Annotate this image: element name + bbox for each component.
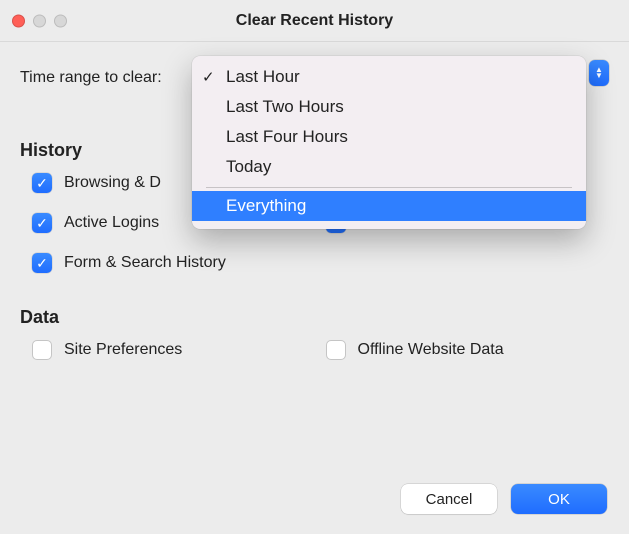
dialog-content: Time range to clear: ▲ ▼ ✓ Last Hour Las…: [0, 42, 629, 360]
dropdown-item-label: Last Hour: [226, 67, 300, 87]
time-range-dropdown[interactable]: ✓ Last Hour Last Two Hours Last Four Hou…: [192, 56, 586, 229]
checkbox-label: Form & Search History: [64, 254, 226, 272]
dialog-buttons: Cancel OK: [401, 484, 607, 514]
checkbox-row-site-preferences: Site Preferences: [32, 340, 316, 360]
data-section-title: Data: [20, 307, 609, 328]
check-icon: ✓: [36, 215, 48, 232]
dropdown-item-label: Today: [226, 157, 271, 177]
cancel-button[interactable]: Cancel: [401, 484, 497, 514]
zoom-window-button: [54, 14, 67, 27]
time-range-label: Time range to clear:: [20, 69, 162, 87]
dropdown-item-last-hour[interactable]: ✓ Last Hour: [192, 62, 586, 92]
time-range-select-stepper[interactable]: ▲ ▼: [589, 60, 609, 86]
traffic-lights: [12, 14, 67, 27]
chevron-down-icon: ▼: [595, 73, 603, 79]
checkbox-label: Browsing & D: [64, 174, 161, 192]
dropdown-item-label: Last Four Hours: [226, 127, 348, 147]
dropdown-separator: [206, 187, 572, 188]
dropdown-item-label: Last Two Hours: [226, 97, 344, 117]
checkbox-active-logins[interactable]: ✓: [32, 213, 52, 233]
checkbox-form-search[interactable]: ✓: [32, 253, 52, 273]
dropdown-item-label: Everything: [226, 196, 306, 216]
check-icon: ✓: [36, 255, 48, 272]
ok-button[interactable]: OK: [511, 484, 607, 514]
checkbox-row-form-search: ✓ Form & Search History: [32, 253, 609, 273]
dropdown-item-last-two-hours[interactable]: Last Two Hours: [192, 92, 586, 122]
window-titlebar: Clear Recent History: [0, 0, 629, 42]
minimize-window-button: [33, 14, 46, 27]
dropdown-item-today[interactable]: Today: [192, 152, 586, 182]
checkbox-browsing[interactable]: ✓: [32, 173, 52, 193]
checkbox-offline-data[interactable]: [326, 340, 346, 360]
checkbox-site-preferences[interactable]: [32, 340, 52, 360]
checkbox-row-offline-data: Offline Website Data: [326, 340, 610, 360]
dropdown-item-last-four-hours[interactable]: Last Four Hours: [192, 122, 586, 152]
check-icon: ✓: [36, 175, 48, 192]
dropdown-item-everything[interactable]: Everything: [192, 191, 586, 221]
checkbox-label: Site Preferences: [64, 341, 182, 359]
window-title: Clear Recent History: [0, 12, 629, 30]
check-icon: ✓: [202, 68, 215, 86]
close-window-button[interactable]: [12, 14, 25, 27]
checkbox-label: Active Logins: [64, 214, 159, 232]
data-grid: Site Preferences Offline Website Data: [20, 340, 609, 360]
checkbox-label: Offline Website Data: [358, 341, 504, 359]
